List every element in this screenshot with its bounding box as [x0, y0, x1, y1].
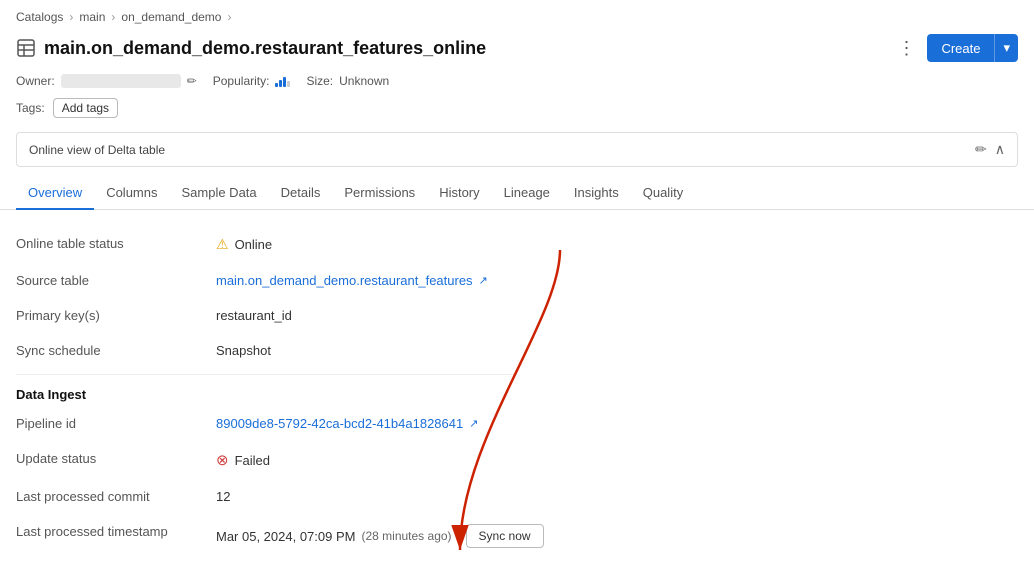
last-processed-timestamp-text: Mar 05, 2024, 07:09 PM: [216, 529, 355, 544]
timestamp-note: (28 minutes ago): [361, 529, 451, 543]
tab-history[interactable]: History: [427, 177, 491, 210]
online-table-status-value: ⚠ Online: [216, 236, 272, 253]
meta-row: Owner: ✏ Popularity: Size: Unknown: [0, 70, 1034, 96]
pipeline-id-ext-icon: ↗: [469, 417, 478, 430]
popularity-bars: [275, 75, 290, 87]
source-table-label: Source table: [16, 273, 216, 288]
last-processed-commit-value: 12: [216, 489, 230, 504]
page-title-section: main.on_demand_demo.restaurant_features_…: [16, 38, 486, 59]
tab-overview[interactable]: Overview: [16, 177, 94, 210]
owner-value-placeholder: [61, 74, 181, 88]
update-status-text: Failed: [235, 453, 270, 468]
header-actions: ⋮ Create ▾: [893, 34, 1018, 62]
breadcrumb-on-demand-demo[interactable]: on_demand_demo: [121, 10, 221, 24]
update-status-row: Update status ⊗ Failed: [16, 441, 1018, 479]
primary-key-row: Primary key(s) restaurant_id: [16, 298, 1018, 333]
tags-label: Tags:: [16, 101, 45, 115]
bar-2: [279, 80, 282, 87]
create-button-arrow[interactable]: ▾: [994, 34, 1018, 62]
size-label: Size:: [306, 74, 333, 88]
source-table-link[interactable]: main.on_demand_demo.restaurant_features: [216, 273, 473, 288]
info-box-header: Online view of Delta table ✏ ∧: [17, 133, 1017, 166]
tabs-bar: Overview Columns Sample Data Details Per…: [0, 177, 1034, 210]
owner-item: Owner: ✏: [16, 74, 197, 88]
tab-details[interactable]: Details: [269, 177, 333, 210]
sync-now-button[interactable]: Sync now: [466, 524, 544, 548]
info-box-text: Online view of Delta table: [29, 143, 165, 157]
last-processed-commit-row: Last processed commit 12: [16, 479, 1018, 514]
source-table-ext-icon: ↗: [479, 274, 488, 287]
breadcrumb-sep-3: ›: [227, 10, 231, 24]
tab-sample-data[interactable]: Sample Data: [169, 177, 268, 210]
data-ingest-title: Data Ingest: [16, 387, 1018, 402]
size-item: Size: Unknown: [306, 74, 389, 88]
breadcrumb-sep-1: ›: [69, 10, 73, 24]
create-button[interactable]: Create ▾: [927, 34, 1018, 62]
primary-key-text: restaurant_id: [216, 308, 292, 323]
sync-schedule-row: Sync schedule Snapshot: [16, 333, 1018, 368]
info-box-edit-button[interactable]: ✏: [975, 141, 987, 158]
owner-label: Owner:: [16, 74, 55, 88]
error-icon: ⊗: [216, 451, 229, 469]
bar-3: [283, 77, 286, 87]
last-processed-commit-label: Last processed commit: [16, 489, 216, 504]
tab-permissions[interactable]: Permissions: [332, 177, 427, 210]
update-status-label: Update status: [16, 451, 216, 466]
create-button-label: Create: [927, 35, 994, 62]
last-processed-commit-text: 12: [216, 489, 230, 504]
tab-quality[interactable]: Quality: [631, 177, 695, 210]
breadcrumb-main[interactable]: main: [79, 10, 105, 24]
breadcrumb: Catalogs › main › on_demand_demo ›: [0, 0, 1034, 30]
tab-columns[interactable]: Columns: [94, 177, 169, 210]
page-title: main.on_demand_demo.restaurant_features_…: [44, 38, 486, 59]
sync-schedule-label: Sync schedule: [16, 343, 216, 358]
pipeline-id-value: 89009de8-5792-42ca-bcd2-41b4a1828641 ↗: [216, 416, 478, 431]
primary-key-label: Primary key(s): [16, 308, 216, 323]
last-processed-timestamp-label: Last processed timestamp: [16, 524, 216, 539]
breadcrumb-sep-2: ›: [111, 10, 115, 24]
tags-row: Tags: Add tags: [0, 96, 1034, 128]
table-icon: [16, 38, 36, 58]
online-table-status-label: Online table status: [16, 236, 216, 251]
size-value: Unknown: [339, 74, 389, 88]
tab-insights[interactable]: Insights: [562, 177, 631, 210]
bar-1: [275, 83, 278, 87]
last-processed-timestamp-value: Mar 05, 2024, 07:09 PM (28 minutes ago) …: [216, 524, 544, 548]
add-tags-button[interactable]: Add tags: [53, 98, 118, 118]
online-table-status-row: Online table status ⚠ Online: [16, 226, 1018, 263]
info-box-collapse-button[interactable]: ∧: [995, 141, 1005, 158]
source-table-value: main.on_demand_demo.restaurant_features …: [216, 273, 488, 288]
info-box-actions: ✏ ∧: [975, 141, 1005, 158]
pipeline-id-label: Pipeline id: [16, 416, 216, 431]
info-box: Online view of Delta table ✏ ∧: [16, 132, 1018, 167]
last-processed-timestamp-row: Last processed timestamp Mar 05, 2024, 0…: [16, 514, 1018, 558]
sync-schedule-value: Snapshot: [216, 343, 271, 358]
warning-icon: ⚠: [216, 236, 229, 253]
popularity-item: Popularity:: [213, 74, 291, 88]
tab-lineage[interactable]: Lineage: [492, 177, 562, 210]
popularity-label: Popularity:: [213, 74, 270, 88]
breadcrumb-catalogs[interactable]: Catalogs: [16, 10, 63, 24]
pipeline-id-row: Pipeline id 89009de8-5792-42ca-bcd2-41b4…: [16, 406, 1018, 441]
primary-key-value: restaurant_id: [216, 308, 292, 323]
source-table-row: Source table main.on_demand_demo.restaur…: [16, 263, 1018, 298]
overview-content: Online table status ⚠ Online Source tabl…: [0, 210, 1034, 574]
update-status-value: ⊗ Failed: [216, 451, 270, 469]
bar-4: [287, 81, 290, 87]
online-table-status-text: Online: [235, 237, 273, 252]
section-divider: [16, 374, 516, 375]
more-options-button[interactable]: ⋮: [893, 35, 919, 61]
owner-edit-icon[interactable]: ✏: [187, 74, 197, 88]
pipeline-id-link[interactable]: 89009de8-5792-42ca-bcd2-41b4a1828641: [216, 416, 463, 431]
page-header: main.on_demand_demo.restaurant_features_…: [0, 30, 1034, 70]
sync-schedule-text: Snapshot: [216, 343, 271, 358]
